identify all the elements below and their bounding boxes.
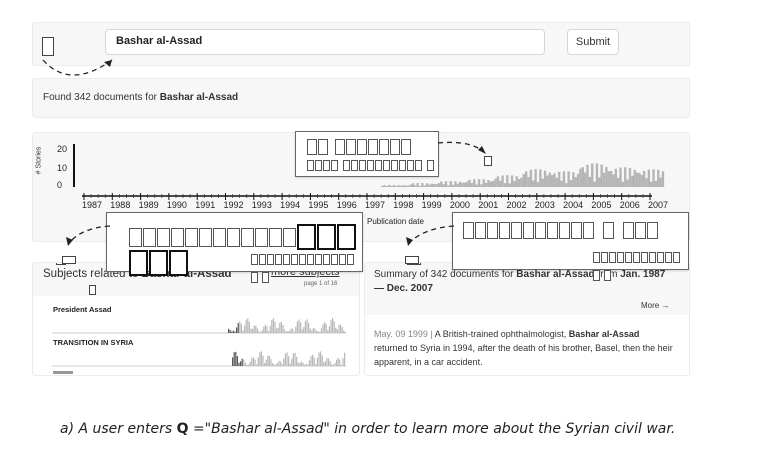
subject-item[interactable]: President Assad (53, 305, 112, 314)
subjects-pointer-icon (62, 256, 76, 264)
x-tick-label: 2003 (534, 200, 555, 210)
summary-prefix: Summary of 342 documents for (374, 269, 517, 280)
x-tick-label: 2006 (619, 200, 640, 210)
results-count-prefix: Found 342 documents for (43, 92, 160, 103)
x-tick-label: 1992 (223, 200, 244, 210)
timeline-pointer-icon (484, 156, 492, 166)
submit-button-label: Submit (575, 36, 611, 48)
results-count-query: Bashar al-Assad (159, 92, 239, 103)
x-tick-label: 1987 (82, 200, 103, 210)
document-separator: | (427, 329, 435, 339)
x-tick-label: 1989 (138, 200, 159, 210)
x-tick-label: 1993 (251, 200, 272, 210)
x-tick-label: 2001 (478, 200, 499, 210)
y-tick-label: 20 (57, 144, 68, 154)
results-count-bar: Found 342 documents for Bashar al-Assad (32, 78, 690, 118)
subject-item[interactable] (53, 371, 73, 374)
timeline-y-label: # Stories (35, 146, 43, 175)
y-tick-label: 0 (57, 180, 63, 190)
x-tick-label: 1997 (365, 200, 386, 210)
summary-pointer-icon (405, 256, 419, 264)
y-tick-label: 10 (57, 163, 68, 173)
timeline-annotation-callout (295, 131, 439, 177)
subjects-annotation-callout (106, 212, 363, 284)
search-input[interactable]: Bashar al-Assad (105, 29, 545, 55)
x-tick-label: 1995 (308, 200, 329, 210)
document-text: A British-trained ophthalmologist, (434, 329, 569, 339)
x-tick-label: 1988 (110, 200, 131, 210)
x-tick-label: 1998 (393, 200, 414, 210)
results-count: Found 342 documents for Bashar al-Assad (43, 92, 238, 103)
summary-document[interactable]: May. 09 1999 | A British-trained ophthal… (374, 327, 674, 369)
x-tick-label: 2004 (563, 200, 584, 210)
caption-text: ="Bashar al-Assad" in order to learn mor… (188, 421, 676, 437)
document-rest: returned to Syria in 1994, after the dea… (374, 343, 673, 367)
summary-more-link[interactable]: More → (641, 301, 669, 310)
document-bold: Bashar al-Assad (568, 329, 640, 339)
x-tick-label: 1994 (280, 200, 301, 210)
caption-q: Q (176, 421, 189, 437)
summary-query: Bashar al-Assad (516, 269, 595, 280)
subject-item[interactable]: TRANSITION IN SYRIA (53, 338, 133, 347)
caption-lead: a) A user enters (60, 421, 177, 437)
timeline-x-label: Publication date (367, 217, 424, 226)
submit-button[interactable]: Submit (567, 29, 619, 55)
search-input-value: Bashar al-Assad (116, 35, 203, 47)
x-tick-label: 1999 (421, 200, 442, 210)
document-date: May. 09 1999 (374, 329, 428, 339)
x-tick-label: 1996 (336, 200, 357, 210)
cursor-marker-icon (42, 37, 54, 56)
summary-annotation-callout (452, 212, 689, 282)
x-tick-label: 1990 (166, 200, 187, 210)
search-panel: Bashar al-Assad Submit (32, 22, 690, 66)
subjects-cursor-icon (89, 285, 96, 295)
x-tick-label: 2007 (648, 200, 669, 210)
x-tick-label: 2000 (449, 200, 470, 210)
x-tick-label: 1991 (195, 200, 216, 210)
figure-caption: a) A user enters Q ="Bashar al-Assad" in… (60, 421, 675, 437)
x-tick-label: 2005 (591, 200, 612, 210)
x-tick-label: 2002 (506, 200, 527, 210)
